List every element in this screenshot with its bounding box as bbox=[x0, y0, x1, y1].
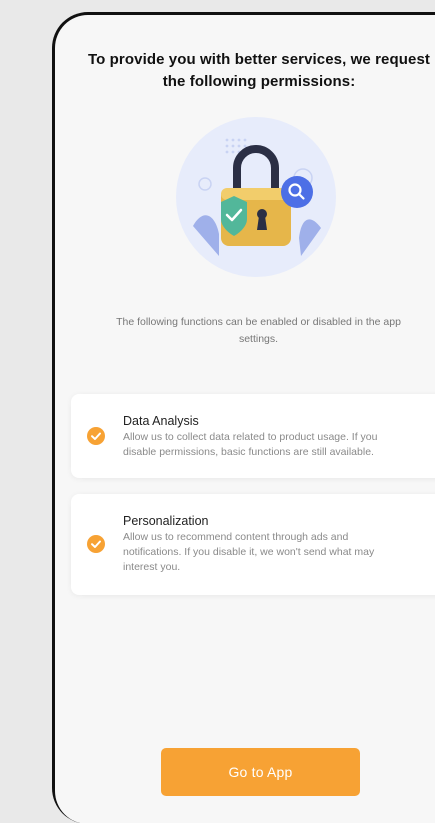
go-to-app-button[interactable]: Go to App bbox=[161, 748, 360, 796]
permission-card-data-analysis[interactable]: Data Analysis Allow us to collect data r… bbox=[71, 394, 435, 478]
padlock-illustration bbox=[176, 117, 336, 277]
checkmark-icon bbox=[91, 432, 101, 440]
permissions-title: To provide you with better services, we … bbox=[63, 49, 435, 93]
description-line: disable permissions, basic functions are… bbox=[123, 446, 374, 458]
title-line-1: To provide you with better services, we … bbox=[87, 51, 431, 68]
description-line: notifications. If you disable it, we won… bbox=[123, 546, 375, 558]
permission-card-personalization[interactable]: Personalization Allow us to recommend co… bbox=[71, 494, 435, 595]
settings-note-line-2: settings. bbox=[238, 333, 279, 345]
permission-title: Data Analysis bbox=[123, 414, 199, 428]
app-screen: To provide you with better services, we … bbox=[55, 15, 435, 823]
page-background: To provide you with better services, we … bbox=[0, 0, 435, 823]
permission-description: Allow us to recommend content through ad… bbox=[123, 530, 435, 575]
phone-frame: To provide you with better services, we … bbox=[52, 12, 435, 823]
settings-note-line-1: The following functions can be enabled o… bbox=[116, 316, 401, 328]
checkmark-icon bbox=[91, 540, 101, 548]
screen-content: To provide you with better services, we … bbox=[55, 15, 435, 823]
title-line-2: the following permissions: bbox=[162, 73, 356, 90]
checkmark-icon[interactable] bbox=[87, 427, 105, 445]
description-line: interest you. bbox=[123, 561, 181, 573]
description-line: Allow us to recommend content through ad… bbox=[123, 531, 349, 543]
permission-description: Allow us to collect data related to prod… bbox=[123, 430, 435, 460]
permission-title: Personalization bbox=[123, 514, 209, 528]
description-line: Allow us to collect data related to prod… bbox=[123, 431, 378, 443]
magnifier-icon bbox=[281, 176, 313, 208]
checkmark-icon[interactable] bbox=[87, 535, 105, 553]
settings-note: The following functions can be enabled o… bbox=[81, 314, 435, 348]
